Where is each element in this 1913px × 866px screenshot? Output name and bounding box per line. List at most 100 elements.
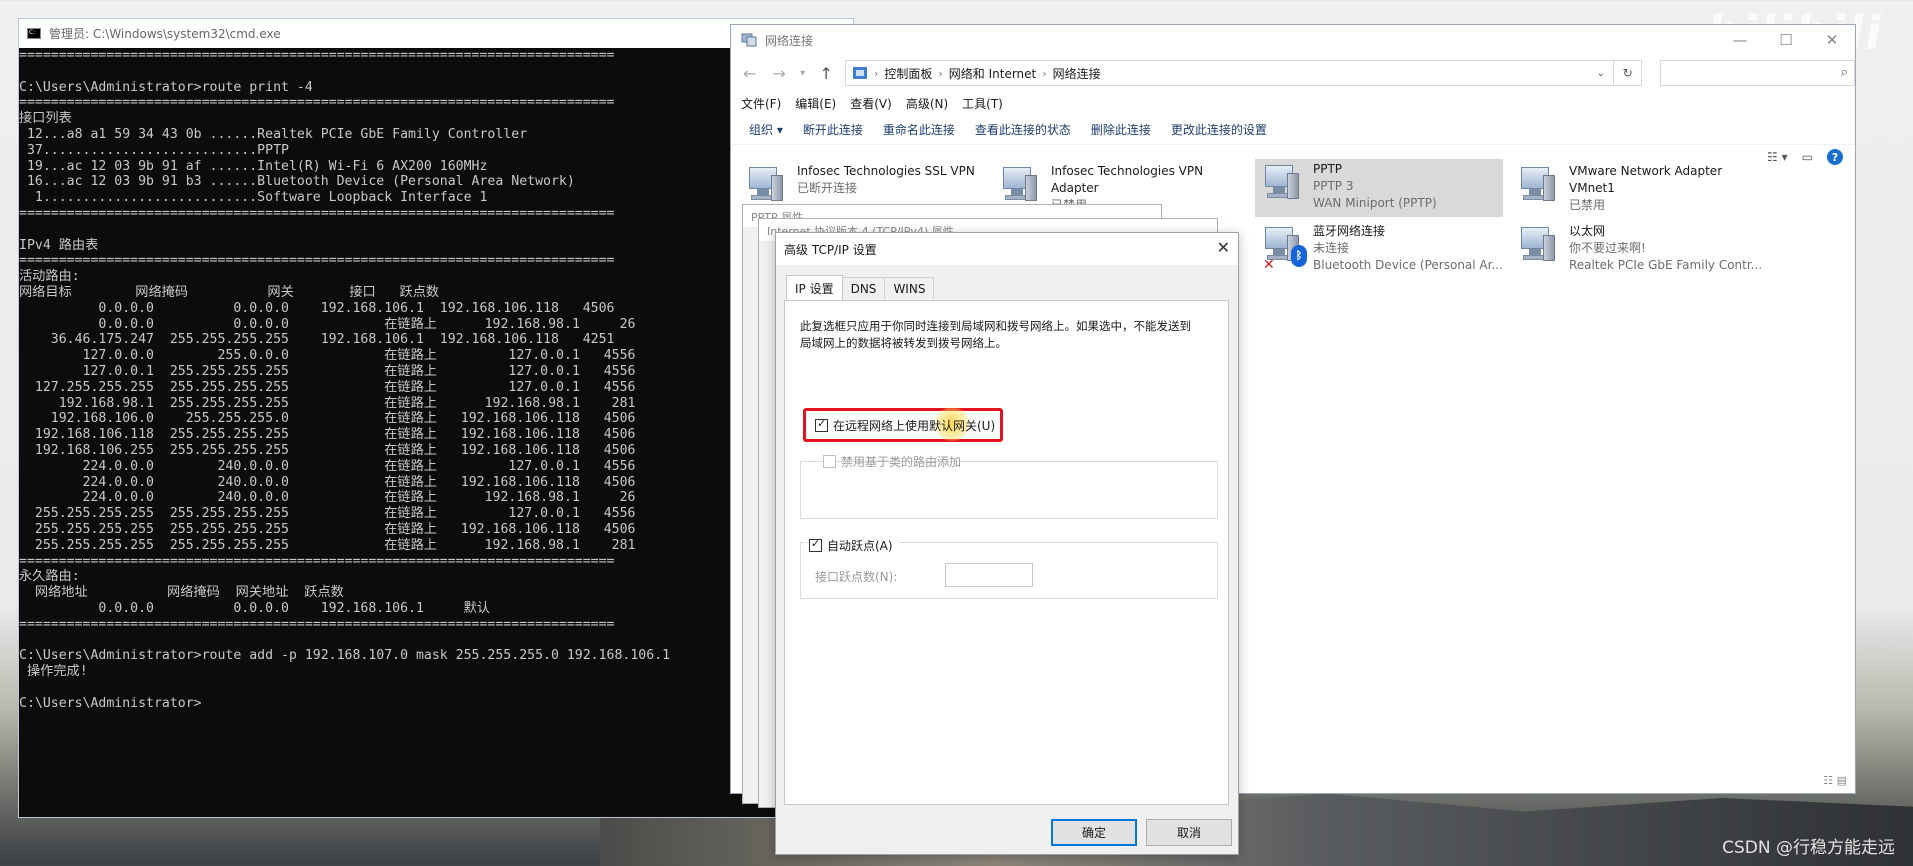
ip-settings-panel: 此复选框只应用于你同时连接到局域网和拨号网络上。如果选中，不能发送到局域网上的数…: [784, 300, 1229, 805]
cmd-line: 192.168.106.118 255.255.255.255 在链路上 192…: [19, 427, 636, 443]
delete-button[interactable]: 删除此连接: [1091, 121, 1151, 138]
help-icon[interactable]: ?: [1827, 149, 1843, 165]
connection-bluetooth[interactable]: ✕ ᛒ 蓝牙网络连接 未连接 Bluetooth Device (Personal A…: [1255, 221, 1503, 279]
connection-status: 未连接: [1313, 241, 1350, 255]
cmd-line: 255.255.255.255 255.255.255.255 在链路上 127…: [19, 506, 636, 522]
cmd-line: 0.0.0.0 0.0.0.0 在链路上 192.168.98.1 26: [19, 316, 636, 332]
use-default-gateway-row[interactable]: 在远程网络上使用默认网关(U): [815, 417, 995, 434]
command-bar: 组织 ▾ 断开此连接 重命名此连接 查看此连接的状态 删除此连接 更改此连接的设…: [731, 115, 1855, 145]
cmd-window[interactable]: 管理员: C:\Windows\system32\cmd.exe =======…: [18, 18, 854, 818]
breadcrumb-control-panel[interactable]: 控制面板: [884, 65, 932, 82]
address-dropdown-icon[interactable]: ⌄: [1597, 68, 1605, 79]
interface-metric-input[interactable]: [945, 563, 1033, 587]
forward-arrow-icon[interactable]: →: [768, 64, 789, 83]
cmd-line: 0.0.0.0 0.0.0.0 192.168.106.1 默认: [19, 600, 490, 616]
cmd-line: 255.255.255.255 255.255.255.255 在链路上 192…: [19, 537, 636, 553]
cmd-line: ========================================…: [19, 205, 615, 221]
network-adapter-icon: ✕ ᛒ: [1263, 225, 1307, 273]
connection-status: PPTP 3: [1313, 179, 1354, 193]
cmd-output[interactable]: ========================================…: [19, 48, 853, 819]
network-folder-icon: [741, 33, 757, 47]
cmd-line: 127.0.0.0 255.0.0.0 在链路上 127.0.0.1 4556: [19, 348, 636, 364]
maximize-button[interactable]: ☐: [1763, 25, 1809, 55]
refresh-button[interactable]: ↻: [1613, 60, 1643, 86]
connection-vmware-vmnet1[interactable]: VMware Network Adapter VMnet1 已禁用: [1511, 161, 1771, 219]
search-input[interactable]: ⌕: [1660, 60, 1855, 86]
close-button[interactable]: ✕: [1809, 25, 1855, 55]
minimize-button[interactable]: —: [1717, 25, 1763, 55]
cmd-line: 192.168.106.0 255.255.255.0 在链路上 192.168…: [19, 411, 636, 427]
control-panel-icon: [852, 67, 867, 79]
cmd-line: IPv4 路由表: [19, 237, 99, 253]
auto-metric-checkbox[interactable]: [809, 537, 822, 552]
menu-view[interactable]: 查看(V): [850, 95, 892, 112]
cmd-line: 224.0.0.0 240.0.0.0 在链路上 192.168.106.118…: [19, 474, 636, 490]
auto-metric-label: 自动跃点(A): [827, 539, 893, 553]
close-icon[interactable]: ✕: [1217, 238, 1230, 257]
cmd-line: C:\Users\Administrator>route add -p 192.…: [19, 648, 671, 664]
auto-metric-row[interactable]: 自动跃点(A): [809, 537, 899, 554]
interface-metric-label: 接口跃点数(N):: [815, 570, 898, 584]
breadcrumb-network-connections[interactable]: 网络连接: [1053, 65, 1101, 82]
network-adapter-icon: [747, 165, 787, 209]
organize-button[interactable]: 组织 ▾: [749, 121, 783, 138]
connection-status: 已断开连接: [797, 181, 858, 195]
cmd-line: 1...........................Software Loo…: [19, 190, 488, 206]
gateway-description: 此复选框只应用于你同时连接到局域网和拨号网络上。如果选中，不能发送到局域网上的数…: [800, 319, 1191, 350]
preview-pane-icon[interactable]: ▭: [1802, 150, 1813, 164]
disconnect-button[interactable]: 断开此连接: [803, 121, 863, 138]
menu-bar: 文件(F) 编辑(E) 查看(V) 高级(N) 工具(T): [731, 91, 1855, 115]
cmd-line: ========================================…: [19, 553, 615, 569]
rename-button[interactable]: 重命名此连接: [883, 121, 955, 138]
cmd-line: 127.255.255.255 255.255.255.255 在链路上 127…: [19, 379, 636, 395]
tab-dns[interactable]: DNS: [841, 277, 886, 299]
connection-status: 已禁用: [1569, 198, 1606, 212]
advanced-tcpip-dialog[interactable]: 高级 TCP/IP 设置 ✕ IP 设置 DNS WINS 此复选框只应用于你同…: [775, 232, 1239, 855]
connection-name: VMware Network Adapter VMnet1: [1569, 164, 1723, 195]
cmd-line: [19, 680, 853, 696]
recent-dropdown-icon[interactable]: ▾: [798, 68, 808, 79]
tab-wins[interactable]: WINS: [884, 277, 935, 299]
disable-class-routes-row: 禁用基于类的路由添加: [823, 453, 961, 470]
menu-advanced[interactable]: 高级(N): [906, 95, 948, 112]
connection-pptp[interactable]: PPTP PPTP 3 WAN Miniport (PPTP): [1255, 159, 1503, 217]
tab-ip-settings[interactable]: IP 设置: [786, 275, 843, 300]
connection-name: 蓝牙网络连接: [1313, 224, 1386, 238]
menu-file[interactable]: 文件(F): [741, 95, 781, 112]
back-arrow-icon[interactable]: ←: [739, 64, 760, 83]
connection-name: 以太网: [1569, 224, 1606, 238]
network-adapter-icon: [1263, 163, 1303, 207]
connection-status: 你不要过来啊!: [1569, 241, 1646, 255]
bluetooth-icon: ᛒ: [1291, 245, 1307, 267]
breadcrumb-separator-icon: ›: [938, 66, 943, 80]
view-toggle-icons[interactable]: ☷ ▤: [1823, 774, 1847, 787]
cmd-line: 16...ac 12 03 9b 91 b3 ......Bluetooth D…: [19, 174, 575, 190]
cmd-title: 管理员: C:\Windows\system32\cmd.exe: [49, 27, 281, 41]
cmd-line: [19, 222, 853, 238]
view-status-button[interactable]: 查看此连接的状态: [975, 121, 1071, 138]
connection-name: PPTP: [1313, 162, 1343, 176]
use-default-gateway-checkbox[interactable]: [815, 417, 828, 432]
cmd-line: 192.168.106.255 255.255.255.255 在链路上 192…: [19, 442, 636, 458]
change-settings-button[interactable]: 更改此连接的设置: [1171, 121, 1267, 138]
disconnected-x-icon: ✕: [1263, 257, 1275, 273]
connection-name: Infosec Technologies VPN Adapter: [1051, 164, 1204, 195]
connection-ethernet[interactable]: 以太网 你不要过来啊! Realtek PCIe GbE Family Contr.…: [1511, 221, 1771, 279]
menu-tools[interactable]: 工具(T): [962, 95, 1003, 112]
advanced-dialog-titlebar[interactable]: 高级 TCP/IP 设置: [776, 233, 1238, 265]
address-bar[interactable]: › 控制面板 › 网络和 Internet › 网络连接 ⌄: [844, 60, 1615, 86]
explorer-titlebar[interactable]: 网络连接: [731, 25, 1855, 55]
network-adapter-icon: [1519, 165, 1559, 209]
interface-metric-row: 接口跃点数(N):: [815, 568, 897, 585]
search-icon: ⌕: [1840, 65, 1848, 80]
cmd-line: 192.168.98.1 255.255.255.255 在链路上 192.16…: [19, 395, 636, 411]
breadcrumb-network-internet[interactable]: 网络和 Internet: [949, 65, 1036, 82]
cancel-button[interactable]: 取消: [1146, 819, 1232, 846]
cmd-icon: [27, 28, 41, 39]
up-arrow-icon[interactable]: ↑: [816, 64, 837, 83]
menu-edit[interactable]: 编辑(E): [795, 95, 836, 112]
cmd-titlebar[interactable]: 管理员: C:\Windows\system32\cmd.exe: [19, 19, 853, 48]
ok-button[interactable]: 确定: [1051, 819, 1137, 846]
disable-class-routes-label: 禁用基于类的路由添加: [841, 455, 962, 469]
cmd-line: [19, 64, 853, 80]
